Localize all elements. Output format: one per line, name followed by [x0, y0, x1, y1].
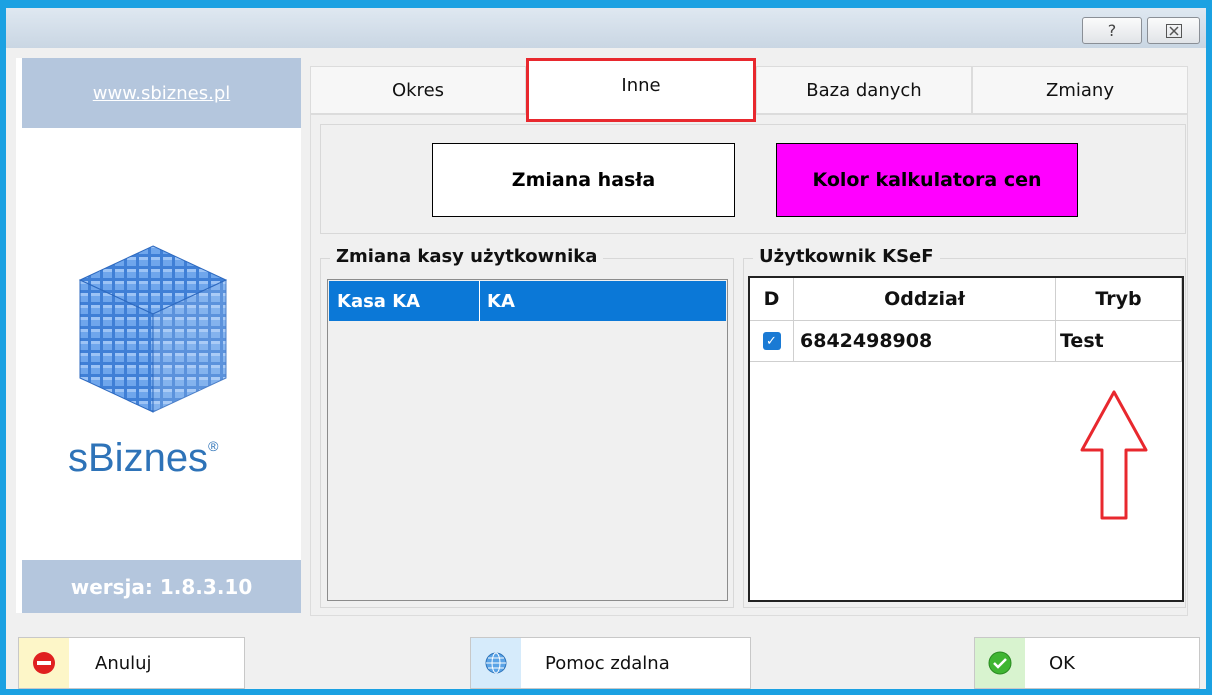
cash-list[interactable]: Kasa KA KA: [327, 279, 728, 601]
website-link[interactable]: www.sbiznes.pl: [22, 58, 301, 128]
version-label: wersja: 1.8.3.10: [22, 560, 301, 613]
cash-code: Kasa KA: [337, 291, 421, 312]
remote-help-label: Pomoc zdalna: [545, 652, 670, 674]
help-button[interactable]: ?: [1082, 17, 1142, 44]
check-circle-icon: [975, 638, 1025, 688]
checkbox-checked-icon[interactable]: ✓: [762, 332, 781, 350]
list-item[interactable]: Kasa KA KA: [329, 281, 726, 321]
tab-inne[interactable]: Inne: [526, 58, 756, 122]
close-button[interactable]: [1147, 17, 1200, 44]
globe-icon: [471, 638, 521, 688]
sidebar: www.sbiznes.pl sBiznes® wersja: 1.8.3.10: [16, 58, 301, 613]
column-header-d[interactable]: D: [750, 278, 794, 321]
title-bar: ?: [6, 8, 1206, 48]
cash-change-group-title: Zmiana kasy użytkownika: [330, 246, 604, 267]
no-entry-icon: [19, 638, 69, 688]
tab-baza-danych[interactable]: Baza danych: [756, 66, 972, 114]
help-icon: ?: [1107, 21, 1117, 40]
tab-bar: Okres Inne Baza danych Zmiany: [310, 58, 1188, 122]
price-calculator-color-button[interactable]: Kolor kalkulatora cen: [776, 143, 1078, 217]
arrow-up-outline-icon: [1080, 390, 1148, 520]
tab-zmiany[interactable]: Zmiany: [972, 66, 1188, 114]
close-icon: [1165, 23, 1182, 38]
cancel-button[interactable]: Anuluj: [18, 637, 245, 689]
ksef-user-group-title: Użytkownik KSeF: [753, 246, 940, 267]
cash-value: KA: [487, 291, 515, 312]
mode-cell: Test: [1056, 321, 1182, 362]
column-header-mode[interactable]: Tryb: [1056, 278, 1182, 321]
ok-label: OK: [1049, 652, 1075, 674]
column-divider: [479, 281, 480, 321]
tab-okres[interactable]: Okres: [310, 66, 526, 114]
cancel-label: Anuluj: [95, 652, 152, 674]
change-password-button[interactable]: Zmiana hasła: [432, 143, 735, 217]
remote-help-button[interactable]: Pomoc zdalna: [470, 637, 751, 689]
column-header-branch[interactable]: Oddział: [794, 278, 1056, 321]
branch-cell: 6842498908: [794, 321, 1056, 362]
row-checkbox-cell[interactable]: ✓: [750, 321, 794, 362]
brand-name: sBiznes®: [68, 436, 219, 480]
ok-button[interactable]: OK: [974, 637, 1200, 689]
sbiznes-cube-logo: [78, 245, 228, 413]
